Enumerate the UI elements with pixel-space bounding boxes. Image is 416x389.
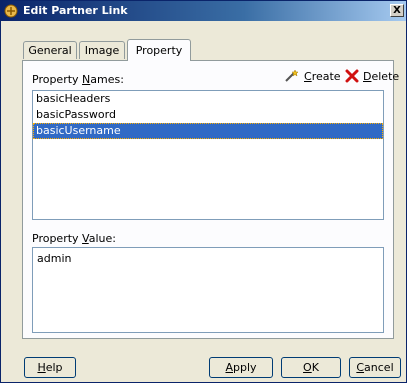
cancel-button[interactable]: Cancel — [349, 357, 401, 378]
list-item[interactable]: basicHeaders — [33, 91, 383, 107]
tab-property[interactable]: Property — [127, 39, 191, 61]
ok-button[interactable]: OK — [281, 357, 341, 378]
edit-partner-link-dialog: Edit Partner Link X General Image Proper… — [0, 0, 407, 383]
delete-x-icon — [345, 69, 359, 83]
close-button[interactable]: X — [390, 4, 404, 17]
property-value-field[interactable]: admin — [32, 247, 384, 333]
list-item[interactable]: basicPassword — [33, 107, 383, 123]
property-names-label: Property Names: — [32, 73, 124, 86]
property-names-list[interactable]: basicHeaders basicPassword basicUsername — [32, 90, 384, 220]
create-button[interactable]: Create — [284, 69, 341, 83]
tab-image[interactable]: Image — [79, 41, 125, 59]
delete-button[interactable]: Delete — [345, 69, 399, 83]
property-value-label: Property Value: — [32, 232, 116, 245]
create-wand-icon — [285, 69, 299, 82]
list-item[interactable]: basicUsername — [33, 123, 383, 139]
title-bar[interactable]: Edit Partner Link X — [1, 1, 406, 21]
help-button[interactable]: Help — [24, 357, 76, 378]
window-title: Edit Partner Link — [23, 4, 128, 17]
tab-general[interactable]: General — [23, 41, 77, 59]
close-icon: X — [393, 5, 401, 16]
apply-button[interactable]: Apply — [209, 357, 273, 378]
partner-link-icon — [4, 4, 18, 18]
